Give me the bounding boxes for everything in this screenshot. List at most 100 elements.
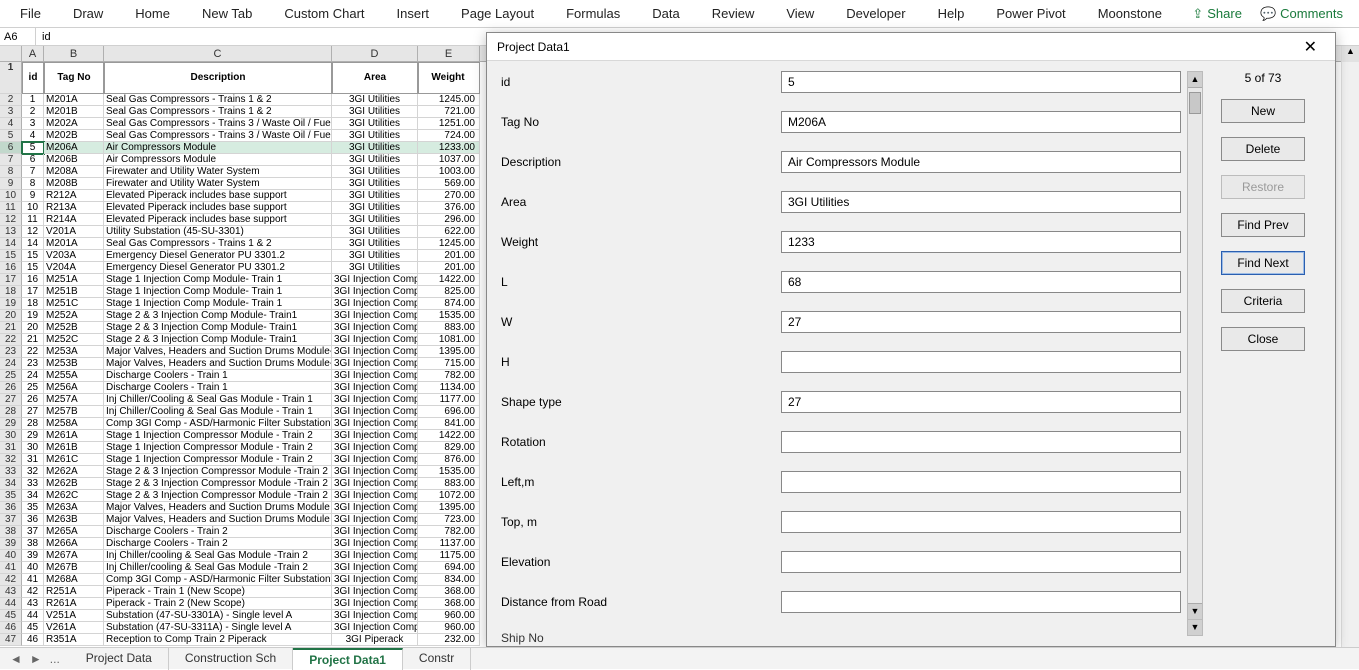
close-button[interactable]: Close	[1221, 327, 1305, 351]
cell-weight[interactable]: 1395.00	[418, 346, 480, 358]
cell-id[interactable]: 10	[22, 202, 44, 214]
field-input[interactable]	[781, 591, 1181, 613]
cell-id[interactable]: 30	[22, 442, 44, 454]
cell-desc[interactable]: Discharge Coolers - Train 1	[104, 370, 332, 382]
row-header[interactable]: 14	[0, 238, 22, 250]
row-header[interactable]: 45	[0, 610, 22, 622]
field-input[interactable]	[781, 351, 1181, 373]
cell-area[interactable]: 3GI Injection Comp	[332, 622, 418, 634]
cell-id[interactable]: 40	[22, 562, 44, 574]
scroll-thumb[interactable]	[1189, 92, 1201, 114]
row-header[interactable]: 8	[0, 166, 22, 178]
row-header[interactable]: 41	[0, 562, 22, 574]
cell-id[interactable]: 33	[22, 478, 44, 490]
field-input[interactable]	[781, 231, 1181, 253]
cell-weight[interactable]: 723.00	[418, 514, 480, 526]
field-input[interactable]	[781, 311, 1181, 333]
row-header[interactable]: 37	[0, 514, 22, 526]
cell-area[interactable]: 3GI Utilities	[332, 142, 418, 154]
cell-area[interactable]: 3GI Utilities	[332, 190, 418, 202]
cell-area[interactable]: 3GI Injection Comp	[332, 538, 418, 550]
cell-tag[interactable]: R213A	[44, 202, 104, 214]
formula-value[interactable]: id	[36, 31, 57, 43]
row-header[interactable]: 28	[0, 406, 22, 418]
cell-weight[interactable]: 1422.00	[418, 430, 480, 442]
cell-tag[interactable]: M252A	[44, 310, 104, 322]
cell-id[interactable]: 17	[22, 286, 44, 298]
field-input[interactable]	[781, 471, 1181, 493]
cell-desc[interactable]: Substation (47-SU-3311A) - Single level …	[104, 622, 332, 634]
cell-desc[interactable]: Major Valves, Headers and Suction Drums …	[104, 514, 332, 526]
row-header[interactable]: 47	[0, 634, 22, 646]
cell-desc[interactable]: Major Valves, Headers and Suction Drums …	[104, 346, 332, 358]
cell-area[interactable]: 3GI Injection Comp	[332, 274, 418, 286]
cell-weight[interactable]: 1177.00	[418, 394, 480, 406]
field-input[interactable]	[781, 431, 1181, 453]
cell-desc[interactable]: Stage 1 Injection Compressor Module - Tr…	[104, 454, 332, 466]
close-icon[interactable]: ✕	[1296, 35, 1325, 59]
cell-id[interactable]: 7	[22, 166, 44, 178]
cell-id[interactable]: 42	[22, 586, 44, 598]
cell-weight[interactable]: 876.00	[418, 454, 480, 466]
cell-desc[interactable]: Seal Gas Compressors - Trains 1 & 2	[104, 94, 332, 106]
cell-tag[interactable]: M206A	[44, 142, 104, 154]
delete-button[interactable]: Delete	[1221, 137, 1305, 161]
cell-desc[interactable]: Utility Substation (45-SU-3301)	[104, 226, 332, 238]
cell-desc[interactable]: Elevated Piperack includes base support	[104, 214, 332, 226]
cell-desc[interactable]: Stage 1 Injection Compressor Module - Tr…	[104, 430, 332, 442]
cell-weight[interactable]: 874.00	[418, 298, 480, 310]
field-input[interactable]	[781, 111, 1181, 133]
scroll-up-icon[interactable]: ▲	[1188, 72, 1202, 88]
cell-id[interactable]: 15	[22, 262, 44, 274]
cell-tag[interactable]: M251B	[44, 286, 104, 298]
cell-desc[interactable]: Piperack - Train 1 (New Scope)	[104, 586, 332, 598]
cell-area[interactable]: 3GI Utilities	[332, 166, 418, 178]
cell-tag[interactable]: M258A	[44, 418, 104, 430]
cell-weight[interactable]: 622.00	[418, 226, 480, 238]
cell-desc[interactable]: Emergency Diesel Generator PU 3301.2	[104, 262, 332, 274]
cell-id[interactable]: 1	[22, 94, 44, 106]
cell-area[interactable]: 3GI Injection Comp	[332, 382, 418, 394]
sheet-tab[interactable]: Constr	[403, 648, 471, 670]
cell-area[interactable]: 3GI Utilities	[332, 178, 418, 190]
cell-tag[interactable]: V204A	[44, 262, 104, 274]
cell-weight[interactable]: 232.00	[418, 634, 480, 646]
cell-area[interactable]: 3GI Injection Comp	[332, 334, 418, 346]
row-header[interactable]: 18	[0, 286, 22, 298]
ribbon-tab[interactable]: File	[4, 2, 57, 25]
cell-tag[interactable]: M201A	[44, 94, 104, 106]
cell-desc[interactable]: Inj Chiller/cooling & Seal Gas Module -T…	[104, 562, 332, 574]
cell-id[interactable]: 14	[22, 238, 44, 250]
cell-desc[interactable]: Firewater and Utility Water System	[104, 178, 332, 190]
cell-tag[interactable]: M251C	[44, 298, 104, 310]
cell-weight[interactable]: 376.00	[418, 202, 480, 214]
cell-area[interactable]: 3GI Injection Comp	[332, 418, 418, 430]
cell-id[interactable]: 9	[22, 190, 44, 202]
sheet-tab[interactable]: Project Data1	[293, 648, 403, 670]
sheet-nav-next-icon[interactable]: ►	[30, 652, 42, 666]
cell-desc[interactable]: Stage 2 & 3 Injection Comp Module- Train…	[104, 334, 332, 346]
ribbon-tab[interactable]: Home	[119, 2, 186, 25]
cell-area[interactable]: 3GI Injection Comp	[332, 394, 418, 406]
row-header[interactable]: 10	[0, 190, 22, 202]
cell-desc[interactable]: Substation (47-SU-3301A) - Single level …	[104, 610, 332, 622]
cell-desc[interactable]: Inj Chiller/Cooling & Seal Gas Module - …	[104, 406, 332, 418]
cell-area[interactable]: 3GI Injection Comp	[332, 310, 418, 322]
row-header[interactable]: 46	[0, 622, 22, 634]
cell-id[interactable]: 38	[22, 538, 44, 550]
cell-tag[interactable]: M255A	[44, 370, 104, 382]
cell-desc[interactable]: Inj Chiller/cooling & Seal Gas Module -T…	[104, 550, 332, 562]
cell-id[interactable]: 32	[22, 466, 44, 478]
cell-weight[interactable]: 569.00	[418, 178, 480, 190]
cell-tag[interactable]: V201A	[44, 226, 104, 238]
cell-area[interactable]: 3GI Utilities	[332, 250, 418, 262]
cell-weight[interactable]: 1081.00	[418, 334, 480, 346]
cell-area[interactable]: 3GI Utilities	[332, 118, 418, 130]
row-header[interactable]: 25	[0, 370, 22, 382]
cell-desc[interactable]: Seal Gas Compressors - Trains 1 & 2	[104, 238, 332, 250]
ribbon-tab[interactable]: Help	[922, 2, 981, 25]
row-header[interactable]: 33	[0, 466, 22, 478]
cell-id[interactable]: 34	[22, 490, 44, 502]
cell-id[interactable]: 2	[22, 106, 44, 118]
cell-desc[interactable]: Discharge Coolers - Train 2	[104, 526, 332, 538]
